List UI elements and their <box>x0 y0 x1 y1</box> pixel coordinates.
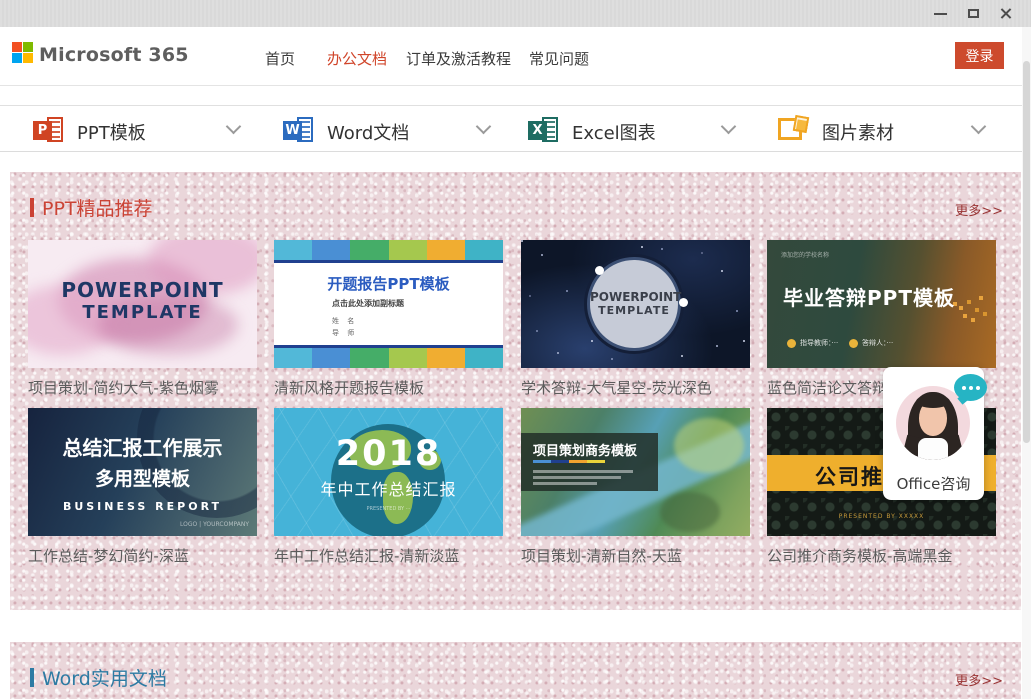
chat-widget-label: Office咨询 <box>883 473 984 494</box>
site-header: Microsoft 365 首页 办公文档 订单及激活教程 常见问题 登录 <box>0 27 1031 86</box>
ppt-more-link[interactable]: 更多>> <box>955 200 1003 219</box>
scrollbar-thumb[interactable] <box>1023 61 1030 443</box>
template-card-nature-business[interactable]: 项目策划商务模板 项目策划-清新自然-天蓝 <box>521 408 750 566</box>
category-word[interactable]: W Word文档 <box>283 106 493 153</box>
category-label: Excel图表 <box>572 119 656 145</box>
art-badge: 答辩人：··· <box>862 338 893 348</box>
art-subtitle: 点击此处添加副标题 <box>332 298 404 309</box>
art-line: BUSINESS REPORT <box>28 500 257 513</box>
ppt-section: PPT精品推荐 更多>> POWERPOINT TEMPLATE 项目策划-简约… <box>10 172 1021 610</box>
word-icon: W <box>283 115 313 145</box>
art-title: 开题报告PPT模板 <box>274 273 503 294</box>
template-caption[interactable]: 工作总结-梦幻简约-深蓝 <box>28 545 257 566</box>
minimize-button[interactable] <box>923 0 957 27</box>
chevron-down-icon <box>971 119 987 135</box>
template-caption[interactable]: 公司推介商务模板-高端黑金 <box>767 545 996 566</box>
login-button[interactable]: 登录 <box>955 42 1004 69</box>
art-line: 多用型模板 <box>28 464 257 491</box>
minimize-icon <box>934 13 947 15</box>
template-thumbnail[interactable]: 总结汇报工作展示 多用型模板 BUSINESS REPORT LOGO | YO… <box>28 408 257 536</box>
section-accent-bar <box>30 668 34 687</box>
nav-home[interactable]: 首页 <box>265 48 295 69</box>
chat-bubble-icon[interactable] <box>954 374 987 401</box>
art-note: 添加您的学校名称 <box>781 250 829 259</box>
art-footer: PRESENTED BY XXXXX <box>767 513 996 520</box>
art-field: 导 师 <box>332 328 357 338</box>
art-line: POWERPOINT <box>590 290 678 304</box>
template-caption[interactable]: 清新风格开题报告模板 <box>274 377 503 398</box>
art-line: POWERPOINT <box>28 278 257 302</box>
nav-order-activation[interactable]: 订单及激活教程 <box>406 48 511 69</box>
template-thumbnail[interactable]: POWERPOINT TEMPLATE <box>521 240 750 368</box>
category-excel[interactable]: X Excel图表 <box>528 106 738 153</box>
close-icon <box>999 7 1012 20</box>
powerpoint-icon: P <box>33 115 63 145</box>
window-titlebar <box>0 0 1031 27</box>
template-caption[interactable]: 项目策划-清新自然-天蓝 <box>521 545 750 566</box>
art-field: 姓 名 <box>332 316 357 326</box>
template-caption[interactable]: 学术答辩-大气星空-荧光深色 <box>521 377 750 398</box>
brand-title: Microsoft 365 <box>39 44 189 66</box>
art-title: 年中工作总结汇报 <box>274 476 503 500</box>
chevron-down-icon <box>721 119 737 135</box>
maximize-button[interactable] <box>956 0 990 27</box>
art-line: TEMPLATE <box>28 302 257 323</box>
template-card-2018-summary[interactable]: 2018 年中工作总结汇报 PRESENTED BY ··· 年中工作总结汇报-… <box>274 408 503 566</box>
art-year: 2018 <box>274 434 503 474</box>
chevron-down-icon <box>476 119 492 135</box>
template-card-opening-report[interactable]: 开题报告PPT模板 点击此处添加副标题 姓 名 导 师 清新风格开题报告模板 <box>274 240 503 398</box>
word-section: Word实用文档 更多>> <box>10 642 1021 699</box>
category-images[interactable]: 图片素材 <box>778 106 988 153</box>
template-card-business-report[interactable]: 总结汇报工作展示 多用型模板 BUSINESS REPORT LOGO | YO… <box>28 408 257 566</box>
chevron-down-icon <box>226 119 242 135</box>
art-badge: 指导教师：··· <box>800 338 838 348</box>
category-bar: P PPT模板 W Word文档 X Excel图表 图片素材 <box>0 105 1031 152</box>
art-title: 项目策划商务模板 <box>533 440 637 459</box>
section-accent-bar <box>30 198 34 217</box>
word-more-link[interactable]: 更多>> <box>955 670 1003 689</box>
template-thumbnail[interactable]: POWERPOINT TEMPLATE <box>28 240 257 368</box>
word-section-header: Word实用文档 <box>30 664 167 691</box>
template-caption[interactable]: 项目策划-简约大气-紫色烟雾 <box>28 377 257 398</box>
category-label: PPT模板 <box>77 119 146 145</box>
template-card-starry-sky[interactable]: POWERPOINT TEMPLATE 学术答辩-大气星空-荧光深色 <box>521 240 750 398</box>
microsoft-logo <box>12 42 33 63</box>
template-card-purple-smoke[interactable]: POWERPOINT TEMPLATE 项目策划-简约大气-紫色烟雾 <box>28 240 257 398</box>
nav-office-docs[interactable]: 办公文档 <box>327 48 387 69</box>
template-thumbnail[interactable]: 添加您的学校名称 毕业答辩PPT模板 指导教师：··· 答辩人：··· <box>767 240 996 368</box>
art-footer: PRESENTED BY ··· <box>274 506 503 512</box>
template-thumbnail[interactable]: 项目策划商务模板 <box>521 408 750 536</box>
art-title: 毕业答辩PPT模板 <box>783 282 955 311</box>
nav-faq[interactable]: 常见问题 <box>529 48 589 69</box>
picture-icon <box>778 116 808 144</box>
art-line: TEMPLATE <box>590 304 678 317</box>
category-label: 图片素材 <box>822 119 894 145</box>
close-button[interactable] <box>988 0 1022 27</box>
art-footer: LOGO | YOURCOMPANY <box>180 521 249 528</box>
section-title: PPT精品推荐 <box>42 194 153 221</box>
vertical-scrollbar[interactable] <box>1022 27 1031 699</box>
category-ppt[interactable]: P PPT模板 <box>33 106 243 153</box>
maximize-icon <box>968 9 979 18</box>
ppt-section-header: PPT精品推荐 <box>30 194 153 221</box>
template-caption[interactable]: 年中工作总结汇报-清新淡蓝 <box>274 545 503 566</box>
section-title: Word实用文档 <box>42 664 167 691</box>
art-line: 总结汇报工作展示 <box>28 432 257 461</box>
template-thumbnail[interactable]: 开题报告PPT模板 点击此处添加副标题 姓 名 导 师 <box>274 240 503 368</box>
excel-icon: X <box>528 115 558 145</box>
category-label: Word文档 <box>327 119 409 145</box>
template-thumbnail[interactable]: 2018 年中工作总结汇报 PRESENTED BY ··· <box>274 408 503 536</box>
chat-widget[interactable]: Office咨询 <box>883 367 984 500</box>
